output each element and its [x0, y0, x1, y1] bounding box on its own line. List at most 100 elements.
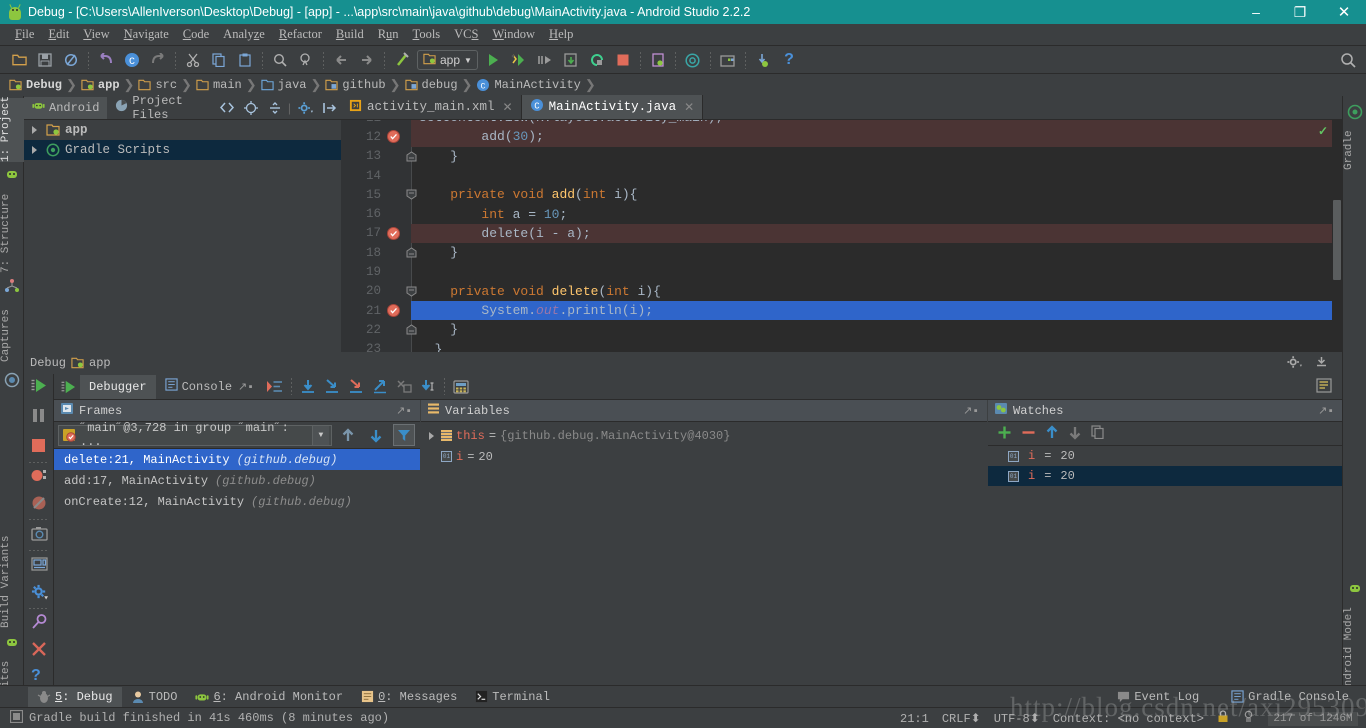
tab-console[interactable]: Console ↗▪ — [156, 375, 263, 399]
mute-breakpoints-icon[interactable] — [31, 495, 48, 512]
step-out-icon[interactable] — [369, 376, 391, 398]
undo-icon[interactable] — [95, 49, 117, 71]
run-icon[interactable] — [482, 49, 504, 71]
close-icon[interactable]: ✕ — [684, 100, 694, 115]
run-configuration-selector[interactable]: app ▼ — [417, 49, 478, 71]
close-icon[interactable]: ✕ — [503, 100, 513, 115]
arrow-up-icon[interactable] — [337, 424, 359, 446]
sidebar-item-build-variants[interactable]: Build Variants — [0, 536, 24, 628]
hide-icon[interactable] — [321, 99, 339, 117]
sdk-manager-icon[interactable] — [682, 49, 704, 71]
drop-frame-icon[interactable] — [393, 376, 415, 398]
code-line[interactable]: 20 private void delete(int i){ — [341, 282, 1342, 301]
build-variants-android-icon[interactable] — [4, 634, 20, 650]
tool-window-button-messages[interactable]: 0: Messages — [352, 687, 466, 707]
redo-icon[interactable]: C — [121, 49, 143, 71]
layout-inspector-icon[interactable] — [31, 557, 48, 574]
code-line[interactable]: 23 } — [341, 340, 1342, 352]
menu-item-navigate[interactable]: Navigate — [117, 25, 176, 44]
fold-end-icon[interactable] — [406, 324, 417, 335]
menu-item-analyze[interactable]: Analyze — [216, 25, 272, 44]
fold-end-icon[interactable] — [406, 151, 417, 162]
breadcrumb-item-debug[interactable]: Debug — [6, 78, 65, 92]
maximize-button[interactable]: ❐ — [1278, 0, 1322, 24]
code-line[interactable]: 15 private void add(int i){ — [341, 185, 1342, 204]
menu-item-window[interactable]: Window — [485, 25, 542, 44]
tree-item-app[interactable]: app — [24, 120, 341, 140]
captures-icon[interactable] — [4, 372, 20, 388]
breadcrumb-item-mainactivity[interactable]: C MainActivity — [473, 78, 583, 92]
tool-window-button-terminal[interactable]: Terminal — [466, 687, 559, 707]
pin-tab-icon[interactable]: ↗▪ — [238, 380, 254, 394]
breakpoint-icon[interactable] — [387, 304, 400, 318]
pause-program-icon[interactable] — [31, 408, 48, 425]
hide-window-icon[interactable] — [1315, 355, 1328, 371]
hide-pane-icon[interactable]: ↗▪ — [963, 404, 979, 418]
variable-row[interactable]: 01 i = 20 — [421, 446, 987, 467]
duplicate-icon[interactable] — [1091, 425, 1105, 442]
gradle-icon[interactable] — [1347, 104, 1363, 120]
paste-icon[interactable] — [234, 49, 256, 71]
gear-icon[interactable] — [1287, 355, 1302, 373]
save-all-icon[interactable] — [34, 49, 56, 71]
menu-item-run[interactable]: Run — [371, 25, 406, 44]
forward-icon[interactable] — [147, 49, 169, 71]
variable-row[interactable]: this = {github.debug.MainActivity@4030} — [421, 425, 987, 446]
editor-tab-activity-main-xml[interactable]: activity_main.xml ✕ — [341, 95, 522, 119]
code-line[interactable]: 13 } — [341, 147, 1342, 166]
help-icon[interactable]: ? — [778, 49, 800, 71]
hide-pane-icon[interactable]: ↗▪ — [396, 404, 412, 418]
menu-item-refactor[interactable]: Refactor — [272, 25, 329, 44]
code-line[interactable]: 18 } — [341, 243, 1342, 262]
run-to-cursor-icon[interactable] — [534, 49, 556, 71]
menu-item-code[interactable]: Code — [176, 25, 216, 44]
fold-start-icon[interactable] — [406, 189, 417, 200]
code-line[interactable]: 19 — [341, 262, 1342, 281]
code-line[interactable]: 22 } — [341, 320, 1342, 339]
fold-start-icon[interactable] — [406, 286, 417, 297]
gear-icon[interactable] — [295, 99, 315, 117]
step-over-icon[interactable] — [297, 376, 319, 398]
tab-project-files[interactable]: Project Files — [107, 94, 211, 122]
evaluate-expression-icon[interactable] — [450, 376, 472, 398]
fold-end-icon[interactable] — [406, 247, 417, 258]
move-down-icon[interactable] — [1068, 425, 1082, 443]
resume-small-icon[interactable] — [58, 380, 80, 394]
context-indicator[interactable]: Context: <no context> — [1053, 712, 1204, 726]
cut-icon[interactable] — [182, 49, 204, 71]
force-step-into-icon[interactable] — [345, 376, 367, 398]
arrow-down-icon[interactable] — [365, 424, 387, 446]
editor-tab-mainactivity-java[interactable]: C MainActivity.java ✕ — [521, 95, 704, 119]
stop-icon[interactable] — [612, 49, 634, 71]
sidebar-item-captures[interactable]: Captures — [0, 304, 24, 368]
line-separator[interactable]: CRLF⬍ — [942, 711, 981, 726]
show-execution-point-icon[interactable] — [264, 376, 286, 398]
add-icon[interactable] — [997, 425, 1012, 443]
sync-project-gradle-icon[interactable] — [752, 49, 774, 71]
resume-program-icon[interactable] — [31, 378, 48, 395]
sidebar-item-android-model[interactable]: Android Model — [1343, 602, 1366, 698]
step-into-icon[interactable] — [321, 376, 343, 398]
tool-window-button-event-log[interactable]: Event Log — [1108, 687, 1208, 707]
debug-icon[interactable] — [508, 49, 530, 71]
search-everywhere-icon[interactable] — [1340, 52, 1356, 71]
tab-android[interactable]: Android — [24, 96, 108, 119]
filter-icon[interactable] — [393, 424, 415, 446]
code-line[interactable]: 17 delete(i - a); — [341, 223, 1342, 244]
settings-icon[interactable] — [31, 584, 48, 601]
remove-icon[interactable] — [1021, 425, 1036, 443]
stop-icon[interactable] — [31, 438, 48, 455]
file-encoding[interactable]: UTF-8⬍ — [994, 711, 1040, 726]
sidebar-item-structure[interactable]: 7: Structure — [0, 192, 24, 274]
structure-icon[interactable] — [4, 278, 20, 294]
android-model-icon[interactable] — [1347, 580, 1363, 596]
editor-scrollbar[interactable] — [1332, 120, 1342, 352]
move-up-icon[interactable] — [1045, 424, 1059, 443]
find-icon[interactable] — [269, 49, 291, 71]
sidebar-item-project[interactable]: 1: Project — [0, 96, 24, 162]
tool-window-button-debug[interactable]: 5: Debug — [28, 686, 122, 707]
watch-row[interactable]: 01 i = 20 — [988, 446, 1342, 466]
breadcrumb-item-src[interactable]: src — [135, 78, 180, 92]
menu-item-build[interactable]: Build — [329, 25, 371, 44]
breadcrumb-item-debug[interactable]: debug — [402, 78, 461, 92]
